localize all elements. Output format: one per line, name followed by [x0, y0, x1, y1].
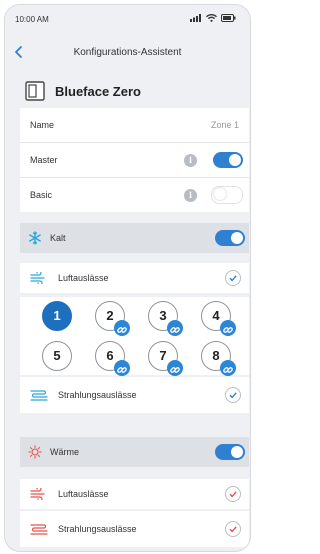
warm-air-outlets-label: Luftauslässe — [58, 489, 109, 499]
page-title: Konfigurations-Assistent — [73, 47, 182, 58]
toggle-knob — [229, 154, 241, 166]
battery-icon — [221, 14, 236, 22]
status-bar: 10:00 AM — [5, 5, 250, 33]
zone-number: 6 — [106, 348, 114, 363]
warm-radiant-outlets-label: Strahlungsauslässe — [58, 524, 137, 534]
name-row[interactable]: Name Zone 1 — [20, 108, 249, 143]
cold-radiant-outlets-check[interactable] — [225, 387, 241, 403]
status-icons — [190, 14, 236, 22]
basic-row: Basic i — [20, 178, 249, 212]
check-icon — [229, 526, 237, 533]
master-label: Master — [30, 155, 58, 165]
warm-label: Wärme — [50, 447, 79, 457]
snowflake-icon — [29, 231, 41, 245]
link-icon — [220, 320, 236, 336]
zone-grid: 1 2 3 4 5 6 7 8 — [20, 297, 249, 376]
zone-number: 2 — [106, 308, 114, 323]
warm-air-outlets-check[interactable] — [225, 486, 241, 502]
check-icon — [229, 275, 237, 282]
toggle-knob — [231, 446, 243, 458]
link-icon — [114, 360, 130, 376]
status-time: 10:00 AM — [15, 15, 49, 24]
basic-label: Basic — [30, 190, 53, 200]
settings-card: Name Zone 1 Master i Basic i — [20, 108, 249, 212]
info-icon[interactable]: i — [184, 188, 197, 202]
cold-radiant-outlets-row: Strahlungsauslässe — [20, 377, 249, 413]
device-header: Blueface Zero — [25, 81, 141, 101]
air-outlet-icon — [30, 272, 45, 284]
zone-2-button[interactable]: 2 — [95, 301, 130, 336]
signal-icon — [190, 14, 201, 22]
warm-air-outlets-row: Luftauslässe — [20, 479, 249, 509]
master-toggle[interactable] — [213, 152, 243, 168]
link-icon — [114, 320, 130, 336]
air-outlet-icon — [30, 488, 45, 500]
link-icon — [167, 320, 183, 336]
cold-radiant-outlets-label: Strahlungsauslässe — [58, 390, 137, 400]
wifi-icon — [206, 14, 217, 22]
check-icon — [229, 392, 237, 399]
toggle-knob — [231, 232, 243, 244]
zone-number: 8 — [212, 348, 220, 363]
zone-number: 3 — [159, 308, 167, 323]
zone-number: 1 — [53, 308, 61, 323]
warm-radiant-outlets-row: Strahlungsauslässe — [20, 511, 249, 547]
zone-8-button[interactable]: 8 — [201, 341, 236, 376]
cold-air-outlets-check[interactable] — [225, 270, 241, 286]
cold-air-outlets-label: Luftauslässe — [58, 273, 109, 283]
zone-number: 7 — [159, 348, 167, 363]
toggle-knob — [214, 188, 226, 200]
cold-label: Kalt — [50, 233, 66, 243]
name-value: Zone 1 — [210, 120, 239, 130]
name-label: Name — [30, 120, 55, 130]
link-icon — [167, 360, 183, 376]
sun-icon — [28, 445, 42, 459]
device-panel-icon — [25, 81, 45, 101]
warm-radiant-outlets-check[interactable] — [225, 521, 241, 537]
cold-section-header: Kalt — [20, 223, 249, 253]
check-icon — [229, 491, 237, 498]
cold-air-outlets-row: Luftauslässe — [20, 263, 249, 293]
zone-number: 5 — [53, 348, 61, 363]
warm-section-header: Wärme — [20, 437, 249, 467]
zone-1-button[interactable]: 1 — [42, 301, 72, 331]
cold-toggle[interactable] — [215, 230, 245, 246]
zone-4-button[interactable]: 4 — [201, 301, 236, 336]
zone-7-button[interactable]: 7 — [148, 341, 183, 376]
basic-toggle[interactable] — [211, 186, 243, 204]
radiant-outlet-icon — [30, 390, 48, 401]
nav-bar: Konfigurations-Assistent — [5, 41, 250, 69]
zone-6-button[interactable]: 6 — [95, 341, 130, 376]
zone-5-button[interactable]: 5 — [42, 341, 72, 371]
warm-toggle[interactable] — [215, 444, 245, 460]
device-name: Blueface Zero — [55, 83, 141, 99]
radiant-outlet-icon — [30, 524, 48, 535]
link-icon — [220, 360, 236, 376]
zone-number: 4 — [212, 308, 220, 323]
phone-screen: 10:00 AM Konfigurations-Assistent Bluefa… — [4, 4, 251, 552]
info-icon[interactable]: i — [184, 153, 197, 167]
zone-3-button[interactable]: 3 — [148, 301, 183, 336]
master-row: Master i — [20, 143, 249, 178]
